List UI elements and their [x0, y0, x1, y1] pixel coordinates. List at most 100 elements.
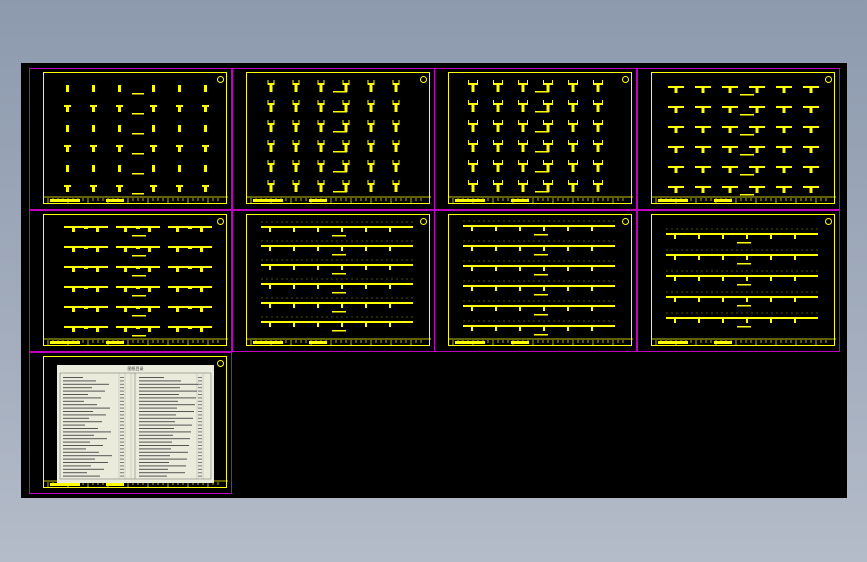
pier-column [204, 85, 207, 92]
girder-rows [261, 221, 413, 332]
pier-cap [292, 80, 300, 92]
double-beam [64, 306, 108, 312]
pier-cap [493, 120, 503, 132]
pier-cap [267, 100, 275, 112]
index-row [63, 407, 202, 409]
t-beam-grid [668, 86, 819, 196]
t-beam [749, 186, 765, 193]
sheet-5[interactable] [29, 210, 232, 352]
view-label [535, 171, 549, 173]
sheet-9[interactable]: 图纸目录 [29, 352, 232, 494]
title-block [449, 338, 633, 346]
view-label [535, 91, 549, 93]
girder-elevation [261, 278, 413, 289]
pier-column [116, 145, 123, 152]
pier-cap [568, 160, 578, 172]
index-row [63, 414, 202, 416]
pier-cap [593, 180, 603, 192]
t-beam [776, 106, 792, 113]
index-row [63, 400, 202, 402]
double-beam [116, 326, 160, 332]
view-label [535, 191, 549, 193]
pier-cap [342, 160, 350, 172]
t-beam [776, 146, 792, 153]
pier-column [116, 185, 123, 192]
pier-column [202, 105, 209, 112]
pier-cap [518, 120, 528, 132]
view-label [132, 173, 144, 175]
view-label [132, 93, 144, 95]
pier-column [178, 85, 181, 92]
double-beam [64, 326, 108, 332]
girder-elevation [666, 270, 818, 281]
view-label [740, 194, 754, 196]
pier-column [152, 165, 155, 172]
pier-cap [292, 120, 300, 132]
index-row [63, 441, 202, 443]
girder-elevation [261, 316, 413, 327]
pier-column [66, 85, 69, 92]
t-beam [776, 166, 792, 173]
view-label [740, 154, 754, 156]
pier-cap [292, 180, 300, 192]
double-beam [116, 266, 160, 272]
girder-rows [666, 228, 818, 328]
t-beam [668, 106, 684, 113]
pier-column [202, 185, 209, 192]
view-label [333, 111, 347, 113]
sheet-7[interactable] [434, 210, 637, 352]
sheet-8[interactable] [637, 210, 840, 352]
sheet-drawing [652, 228, 836, 346]
t-beam [722, 166, 738, 173]
pier-cap-grid [468, 80, 603, 193]
index-row [63, 462, 202, 463]
t-beam [695, 86, 711, 93]
pier-cap [568, 100, 578, 112]
pier-cap [267, 120, 275, 132]
pier-column [64, 105, 71, 112]
girder-elevation [666, 249, 818, 260]
view-label [332, 311, 346, 313]
pier-cap [593, 140, 603, 152]
drawing-canvas[interactable]: 图纸目录 [21, 63, 847, 498]
view-label [332, 273, 346, 275]
view-label [740, 174, 754, 176]
pier-cap [468, 100, 478, 112]
index-row [63, 394, 202, 395]
sheet-1[interactable] [29, 68, 232, 210]
sheet-border [651, 214, 836, 346]
sheet-2[interactable] [232, 68, 435, 210]
pier-cap [568, 180, 578, 192]
sheet-border [651, 72, 836, 204]
index-row [63, 421, 202, 423]
pier-cap [392, 180, 400, 192]
girder-elevation [463, 280, 615, 291]
view-label [132, 335, 146, 337]
pier-column [152, 125, 155, 132]
pier-cap [392, 100, 400, 112]
pier-cap [568, 120, 578, 132]
view-label [132, 275, 146, 277]
pier-column [152, 85, 155, 92]
t-beam [803, 186, 819, 193]
pier-column [176, 185, 183, 192]
pier-cap [392, 140, 400, 152]
pier-cap [392, 160, 400, 172]
view-label [534, 254, 548, 256]
double-beam [168, 286, 212, 292]
sheet-border [448, 214, 633, 346]
double-beam [116, 286, 160, 292]
drawing-index-page: 图纸目录 [57, 365, 214, 483]
sheet-drawing [449, 80, 633, 204]
sheet-3[interactable] [434, 68, 637, 210]
view-label [737, 242, 751, 244]
sheet-6[interactable] [232, 210, 435, 352]
sheet-4[interactable] [637, 68, 840, 210]
pier-column [64, 185, 71, 192]
t-beam [695, 146, 711, 153]
index-row [63, 428, 202, 429]
sheet-drawing [449, 220, 633, 346]
index-row [63, 417, 202, 419]
pier-cap [493, 80, 503, 92]
index-row [63, 448, 202, 450]
